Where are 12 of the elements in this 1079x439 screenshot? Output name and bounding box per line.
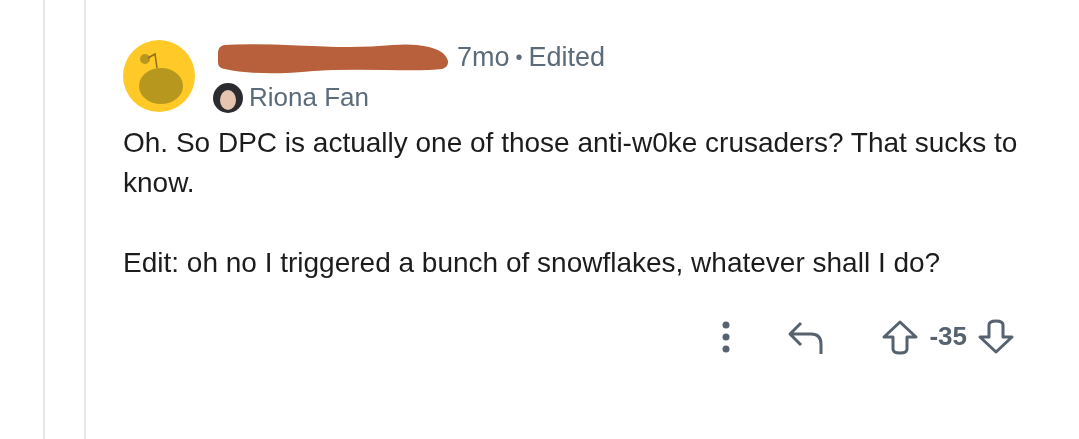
- separator-dot: •: [515, 45, 523, 70]
- user-flair: Riona Fan: [249, 81, 369, 114]
- comment-age: 7mo: [457, 40, 510, 74]
- vote-score: -35: [929, 320, 967, 353]
- upvote-button[interactable]: [881, 318, 920, 355]
- more-options-button[interactable]: [721, 319, 732, 354]
- comment-text: Edit: oh no I triggered a bunch of snowflakes, whatever shall I do?: [123, 246, 942, 280]
- edited-label: Edited: [528, 40, 606, 74]
- flair-avatar-icon: [213, 82, 243, 113]
- comment-text: Oh. So DPC is actually one of those anti-w0ke crusaders? That sucks to know.: [123, 126, 1019, 200]
- avatar-icon[interactable]: [123, 40, 195, 112]
- downvote-button[interactable]: [977, 318, 1015, 355]
